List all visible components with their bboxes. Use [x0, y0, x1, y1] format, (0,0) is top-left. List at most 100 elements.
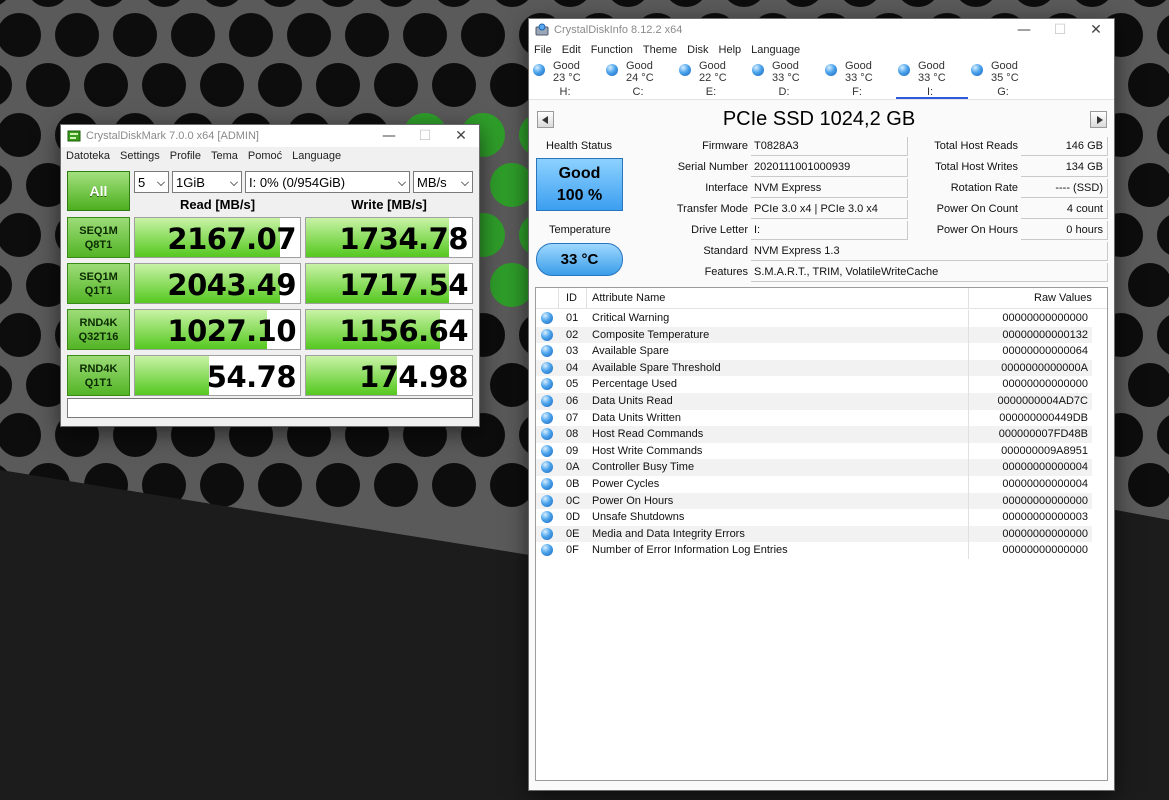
read-result-seq1m-q1t1: 2043.49 [134, 263, 301, 304]
attribute-name: Power On Hours [592, 494, 674, 507]
previous-disk-button[interactable] [537, 111, 554, 128]
read-result-rnd4k-q1t1: 54.78 [134, 355, 301, 396]
drive-select[interactable]: I: 0% (0/954GiB) [245, 171, 410, 193]
drive-tab-c[interactable]: Good 24 °C C: [604, 59, 677, 100]
features-label: Features [704, 266, 748, 278]
test-button-rnd4k-q32t16[interactable]: RND4K Q32T16 [67, 309, 130, 350]
cdm-titlebar[interactable]: CrystalDiskMark 7.0.0 x64 [ADMIN] — ☐ ✕ [61, 125, 479, 147]
attribute-id: 0D [566, 511, 581, 524]
maximize-button[interactable]: ☐ [1042, 19, 1078, 41]
table-row[interactable]: 03 Available Spare 00000000000064 [536, 343, 1092, 360]
rotation-rate-label: Rotation Rate [950, 182, 1018, 194]
health-status-text: Good [558, 165, 601, 182]
table-row[interactable]: 06 Data Units Read 0000000004AD7C [536, 393, 1092, 410]
test-size-select[interactable]: 1GiB [172, 171, 242, 193]
temperature-badge[interactable]: 33 °C [536, 243, 623, 276]
health-good-icon [541, 428, 553, 441]
health-good-icon [541, 478, 553, 490]
attribute-id: 07 [566, 411, 579, 424]
drive-tab-f[interactable]: Good 33 °C F: [823, 59, 896, 100]
raw-values-column-header[interactable]: Raw Values [1034, 292, 1092, 304]
table-row[interactable]: 07 Data Units Written 000000000449DB [536, 409, 1092, 427]
table-row[interactable]: 0C Power On Hours 00000000000000 [536, 492, 1092, 510]
column-divider [586, 288, 587, 309]
menu-disk[interactable]: Disk [682, 44, 713, 56]
health-good-icon [606, 64, 618, 76]
health-good-icon [541, 494, 553, 507]
table-row[interactable]: 0F Number of Error Information Log Entrie… [536, 542, 1092, 559]
maximize-button[interactable]: ☐ [407, 125, 443, 147]
id-column-header[interactable]: ID [566, 292, 577, 304]
menu-language[interactable]: Language [287, 150, 346, 162]
test-queue: Q8T1 [84, 238, 113, 251]
table-row[interactable]: 0B Power Cycles 00000000000004 [536, 476, 1092, 493]
health-good-icon [898, 64, 910, 76]
drive-letter: D: [778, 86, 790, 98]
menu-profile[interactable]: Profile [165, 150, 206, 162]
comment-field[interactable] [67, 398, 473, 418]
test-count-select[interactable]: 5 [134, 171, 169, 193]
drive-tab-d[interactable]: Good 33 °C D: [750, 59, 823, 100]
test-button-seq1m-q1t1[interactable]: SEQ1M Q1T1 [67, 263, 130, 304]
menu-tema[interactable]: Tema [206, 150, 243, 162]
table-row[interactable]: 0A Controller Busy Time 00000000000004 [536, 459, 1092, 476]
vent-hole [316, 463, 360, 507]
table-row[interactable]: 09 Host Write Commands 000000009A8951 [536, 442, 1092, 460]
minimize-button[interactable]: — [371, 125, 407, 147]
menu-language[interactable]: Language [746, 44, 805, 56]
drive-tab-g[interactable]: Good 35 °C G: [969, 59, 1042, 100]
drive-tab-e[interactable]: Good 22 °C E: [677, 59, 750, 100]
attribute-id: 06 [566, 395, 579, 407]
attribute-name: Unsafe Shutdowns [592, 511, 685, 524]
menu-datoteka[interactable]: Datoteka [61, 150, 115, 162]
menu-file[interactable]: File [529, 44, 557, 56]
health-status-badge[interactable]: Good 100 % [536, 158, 623, 211]
vent-hole [171, 13, 215, 57]
table-row[interactable]: 05 Percentage Used 00000000000000 [536, 376, 1092, 393]
write-column-header: Write [MB/s] [351, 197, 427, 212]
write-value: 1734.78 [339, 222, 468, 256]
test-button-seq1m-q8t1[interactable]: SEQ1M Q8T1 [67, 217, 130, 258]
table-row[interactable]: 01 Critical Warning 00000000000000 [536, 310, 1092, 327]
drive-selector-bar: Good 23 °C H: Good 24 °C C: Good 22 °C E… [529, 59, 1114, 100]
attribute-name: Data Units Read [592, 395, 673, 407]
power-on-count-label: Power On Count [936, 203, 1018, 215]
cdi-titlebar[interactable]: CrystalDiskInfo 8.12.2 x64 — ☐ ✕ [529, 19, 1114, 41]
attribute-id: 0C [566, 494, 581, 507]
column-divider [558, 288, 559, 309]
unit-select[interactable]: MB/s [413, 171, 473, 193]
drive-status: Good [991, 60, 1018, 72]
table-row[interactable]: 02 Composite Temperature 00000000000132 [536, 326, 1092, 344]
drive-status: Good [553, 60, 580, 72]
menu-settings[interactable]: Settings [115, 150, 165, 162]
next-disk-button[interactable] [1090, 111, 1107, 128]
table-row[interactable]: 04 Available Spare Threshold 0000000000000… [536, 359, 1092, 377]
close-button[interactable]: ✕ [443, 125, 479, 147]
attribute-name: Available Spare [592, 345, 669, 358]
column-divider [968, 288, 969, 309]
rotation-rate-value: ---- (SSD) [1021, 179, 1108, 198]
smart-attributes-table[interactable]: ID Attribute Name Raw Values 01 Critical … [535, 287, 1108, 781]
close-button[interactable]: ✕ [1078, 19, 1114, 41]
menu-theme[interactable]: Theme [638, 44, 682, 56]
attribute-name-column-header[interactable]: Attribute Name [592, 292, 665, 304]
minimize-button[interactable]: — [1006, 19, 1042, 41]
drive-tab-i[interactable]: Good 33 °C I: [896, 59, 969, 100]
drive-letter: F: [852, 86, 862, 98]
column-divider [968, 509, 969, 526]
table-row[interactable]: 08 Host Read Commands 000000007FD48B [536, 426, 1092, 443]
drive-tab-h[interactable]: Good 23 °C H: [531, 59, 604, 100]
glowing-vent-hole [490, 263, 534, 307]
table-row[interactable]: 0D Unsafe Shutdowns 00000000000003 [536, 509, 1092, 526]
all-tests-button[interactable]: All [67, 171, 130, 211]
menu-function[interactable]: Function [586, 44, 638, 56]
menu-pomoc[interactable]: Pomoć [243, 150, 287, 162]
menu-edit[interactable]: Edit [557, 44, 586, 56]
test-button-rnd4k-q1t1[interactable]: RND4K Q1T1 [67, 355, 130, 396]
menu-help[interactable]: Help [714, 44, 747, 56]
vent-hole [55, 13, 99, 57]
table-header: ID Attribute Name Raw Values [536, 288, 1107, 309]
drive-letter: H: [559, 86, 571, 98]
read-value: 2043.49 [167, 268, 296, 302]
table-row[interactable]: 0E Media and Data Integrity Errors 0000000… [536, 525, 1092, 543]
